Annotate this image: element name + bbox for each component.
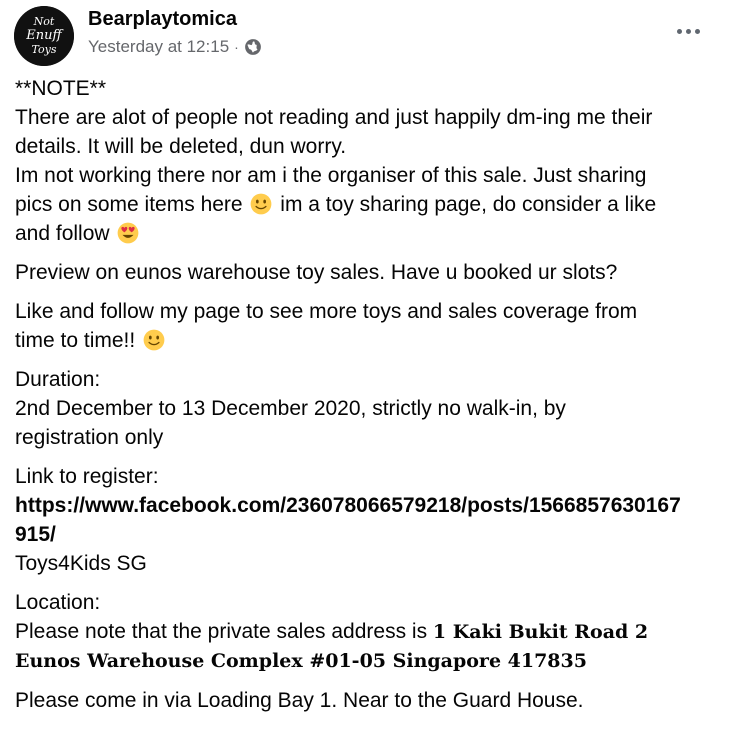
follow-text: time to time!! xyxy=(15,329,136,352)
note-paragraph: **NOTE** There are alot of people not re… xyxy=(15,74,720,248)
note-line: details. It will be deleted, dun worry. xyxy=(15,135,347,158)
note-line: There are alot of people not reading and… xyxy=(15,106,653,129)
post-meta: Yesterday at 12:15 · xyxy=(88,37,262,57)
more-horizontal-icon xyxy=(676,28,700,34)
preview-text: Preview on eunos warehouse toy sales. Ha… xyxy=(15,261,618,284)
duration-paragraph: Duration: 2nd December to 13 December 20… xyxy=(15,365,720,452)
location-label: Location: xyxy=(15,591,101,614)
globe-icon[interactable] xyxy=(244,38,262,56)
follow-paragraph: Like and follow my page to see more toys… xyxy=(15,297,720,355)
location-paragraph: Location: Please note that the private s… xyxy=(15,588,720,676)
follow-line: time to time!! xyxy=(15,326,720,355)
preview-paragraph: Preview on eunos warehouse toy sales. Ha… xyxy=(15,258,720,287)
note-text: and follow xyxy=(15,222,110,245)
note-text: im a toy sharing page, do consider a lik… xyxy=(280,193,657,216)
author-name[interactable]: Bearplaytomica xyxy=(88,8,237,31)
note-line: and follow xyxy=(15,219,720,248)
post-timestamp[interactable]: Yesterday at 12:15 xyxy=(88,37,229,57)
avatar-logo: Not Enuff Toys xyxy=(14,6,74,66)
post-header: Not Enuff Toys Bearplaytomica Yesterday … xyxy=(14,6,714,66)
location-intro: Please note that the private sales addre… xyxy=(15,620,428,643)
register-paragraph: Link to register: https://www.facebook.c… xyxy=(15,462,720,578)
register-label: Link to register: xyxy=(15,465,159,488)
meta-separator: · xyxy=(234,39,239,55)
register-link[interactable]: 915/ xyxy=(15,520,720,549)
avatar-text-line1: Not xyxy=(33,15,55,28)
avatar[interactable]: Not Enuff Toys xyxy=(14,6,74,66)
avatar-text-line3: Toys xyxy=(32,43,57,56)
more-options-button[interactable] xyxy=(670,16,706,46)
facebook-post: Not Enuff Toys Bearplaytomica Yesterday … xyxy=(0,0,729,731)
duration-line: registration only xyxy=(15,426,164,449)
register-link[interactable]: https://www.facebook.com/236078066579218… xyxy=(15,491,720,520)
location-address: 1 Kaki Bukit Road 2 xyxy=(432,621,649,643)
note-line: pics on some items here im a toy sharing… xyxy=(15,190,720,219)
duration-line: 2nd December to 13 December 2020, strict… xyxy=(15,397,566,420)
register-org: Toys4Kids SG xyxy=(15,552,147,575)
directions-paragraph: Please come in via Loading Bay 1. Near t… xyxy=(15,686,720,715)
avatar-text-line2: Enuff xyxy=(25,28,64,43)
location-address: Eunos Warehouse Complex #01-05 Singapore… xyxy=(15,650,587,672)
note-line: Im not working there nor am i the organi… xyxy=(15,164,647,187)
heart-eyes-emoji xyxy=(118,222,139,244)
location-line: Please note that the private sales addre… xyxy=(15,617,720,647)
slightly-smiling-face-emoji xyxy=(143,329,165,351)
post-body: **NOTE** There are alot of people not re… xyxy=(15,74,720,725)
follow-line: Like and follow my page to see more toys… xyxy=(15,300,638,323)
note-header: **NOTE** xyxy=(15,77,107,100)
directions-text: Please come in via Loading Bay 1. Near t… xyxy=(15,689,584,712)
slightly-smiling-face-emoji xyxy=(251,193,272,215)
note-text: pics on some items here xyxy=(15,193,243,216)
duration-label: Duration: xyxy=(15,368,101,391)
